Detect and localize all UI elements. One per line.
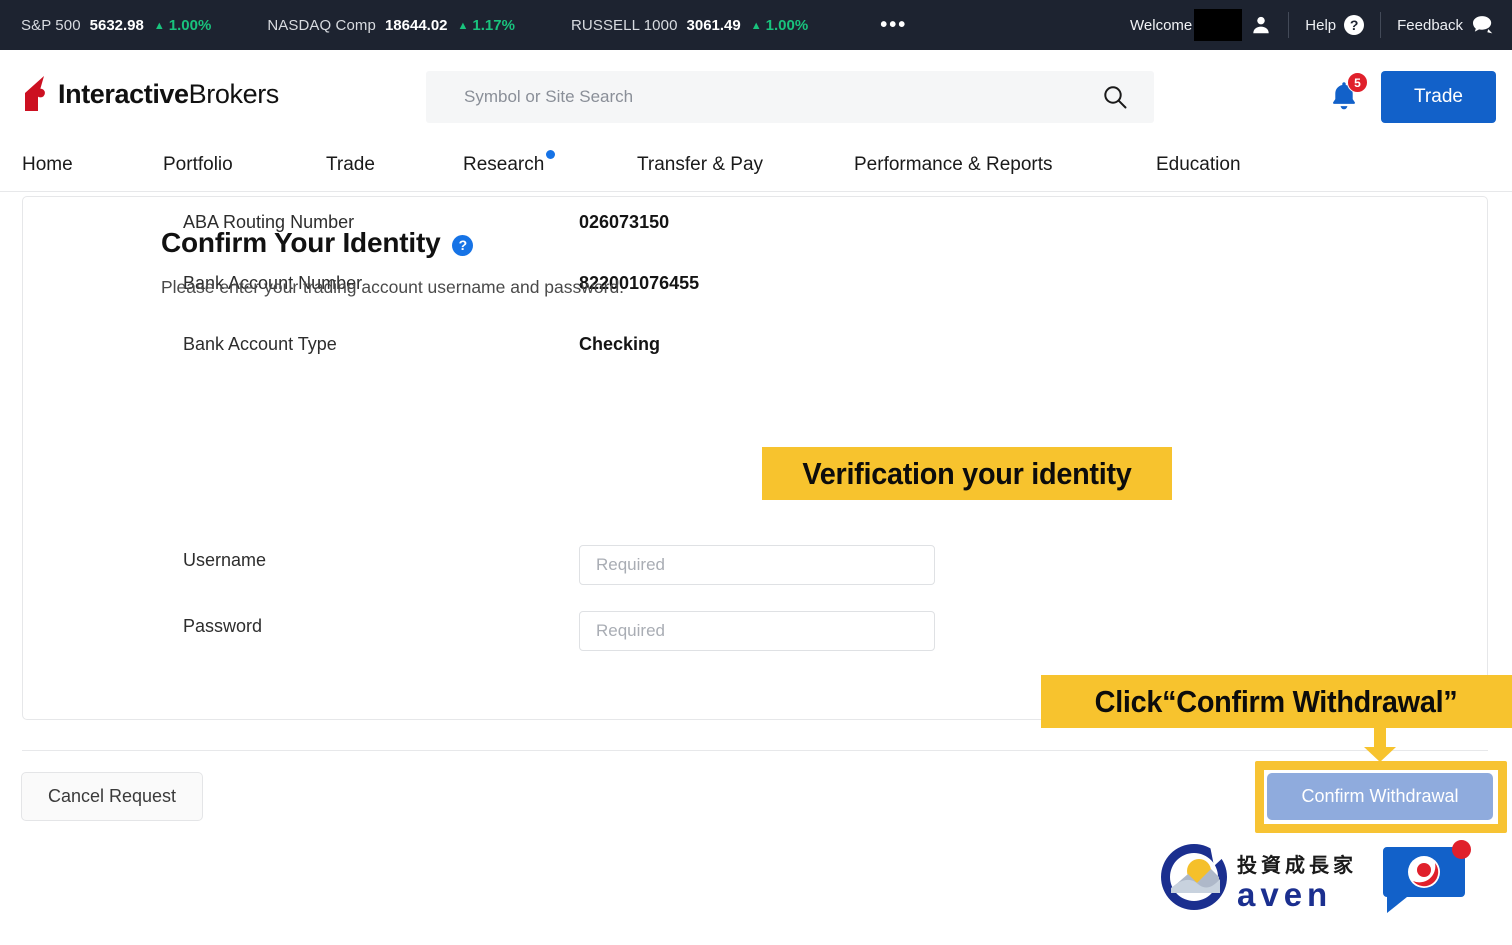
nav-item-portfolio[interactable]: Portfolio: [163, 154, 233, 176]
confirm-withdrawal-button[interactable]: Confirm Withdrawal: [1267, 773, 1493, 820]
watermark-chinese: 投資成長家: [1237, 852, 1357, 877]
ticker-item-russell-1000[interactable]: RUSSELL 1000 3061.49 ▲ 1.00%: [571, 17, 808, 34]
nav-label: Performance & Reports: [854, 153, 1053, 175]
help-button[interactable]: Help ?: [1305, 15, 1365, 35]
nav-label: Portfolio: [163, 153, 233, 175]
ticker-change: 1.00%: [168, 16, 212, 34]
trade-button[interactable]: Trade: [1381, 71, 1496, 123]
cancel-request-button[interactable]: Cancel Request: [21, 772, 203, 821]
detail-row-bank-account-type: Bank Account Type Checking: [183, 334, 660, 355]
ticker-item-nasdaq-comp[interactable]: NASDAQ Comp 18644.02 ▲ 1.17%: [267, 17, 515, 34]
watermark-logo: 投資成長家 aven: [1157, 840, 1357, 919]
main-navigation: Home Portfolio Trade Research Transfer &…: [0, 138, 1512, 192]
nav-item-transfer-and-pay[interactable]: Transfer & Pay: [637, 154, 763, 176]
page-root: S&P 500 5632.98 ▲ 1.00% NASDAQ Comp 1864…: [0, 0, 1512, 945]
site-search-box[interactable]: [426, 71, 1154, 123]
site-header: InteractiveBrokers 5 Trade: [0, 50, 1512, 138]
annotation-click-confirm: Click“Confirm Withdrawal”: [1041, 675, 1512, 728]
speech-bubble-icon: [1472, 15, 1494, 35]
page-title: Confirm Your Identity: [161, 227, 441, 258]
nav-item-home[interactable]: Home: [22, 154, 73, 176]
redacted-username: [1194, 9, 1243, 41]
password-label: Password: [183, 616, 263, 636]
ticker-value: 5632.98: [89, 16, 144, 34]
divider: [1380, 12, 1382, 38]
ticker-item-sp500[interactable]: S&P 500 5632.98 ▲ 1.00%: [21, 17, 211, 34]
brand-bold: Interactive: [58, 78, 189, 109]
nav-item-trade[interactable]: Trade: [326, 154, 375, 176]
footer-divider: [22, 750, 1488, 751]
detail-value: Checking: [579, 334, 661, 354]
password-input[interactable]: [579, 611, 935, 651]
triangle-up-icon: ▲: [457, 19, 469, 32]
help-label: Help: [1305, 16, 1337, 34]
nav-label: Education: [1156, 153, 1241, 175]
aven-logo-mark-icon: [1157, 840, 1231, 919]
nav-label: Trade: [326, 153, 375, 175]
search-input[interactable]: [426, 87, 1102, 107]
triangle-up-icon: ▲: [750, 19, 762, 32]
divider: [1288, 12, 1290, 38]
watermark-text: 投資成長家 aven: [1237, 849, 1357, 913]
watermark-english: aven: [1237, 875, 1333, 913]
username-input[interactable]: [579, 545, 935, 585]
ticker-name: S&P 500: [21, 16, 81, 34]
welcome-label: Welcome: [1130, 16, 1193, 34]
new-badge-dot-icon: [546, 149, 556, 159]
market-ticker-bar: S&P 500 5632.98 ▲ 1.00% NASDAQ Comp 1864…: [0, 0, 1512, 50]
feedback-label: Feedback: [1397, 16, 1463, 34]
nav-item-performance-and-reports[interactable]: Performance & Reports: [854, 154, 1053, 176]
welcome-user[interactable]: Welcome: [1130, 9, 1272, 41]
ticker-change: 1.17%: [472, 16, 515, 34]
nav-label: Transfer & Pay: [637, 153, 764, 175]
ticker-value: 18644.02: [384, 16, 448, 34]
ib-logo-mark-icon: [22, 76, 50, 112]
nav-label: Home: [22, 153, 73, 175]
ticker-name: NASDAQ Comp: [267, 16, 376, 34]
triangle-up-icon: ▲: [153, 19, 165, 32]
help-info-icon[interactable]: ?: [452, 234, 474, 256]
ticker-items: S&P 500 5632.98 ▲ 1.00% NASDAQ Comp 1864…: [0, 15, 907, 35]
ticker-bar-right: Welcome Help ? Feedback: [1130, 0, 1494, 50]
chat-notification-dot: [1452, 840, 1471, 859]
brand-wordmark: InteractiveBrokers: [58, 79, 279, 110]
ticker-value: 3061.49: [686, 16, 741, 34]
nav-label: Research: [463, 153, 545, 175]
chat-widget-button[interactable]: [1381, 840, 1471, 917]
ticker-more-icon[interactable]: •••: [880, 15, 907, 35]
feedback-button[interactable]: Feedback: [1397, 15, 1494, 35]
confirm-identity-subtitle: Please enter your trading account userna…: [161, 277, 625, 297]
interactive-brokers-logo[interactable]: InteractiveBrokers: [22, 76, 279, 112]
ticker-change: 1.00%: [765, 16, 809, 34]
nav-item-research[interactable]: Research: [463, 149, 556, 176]
annotation-text: Click“Confirm Withdrawal”: [1095, 683, 1458, 719]
ticker-name: RUSSELL 1000: [570, 16, 678, 34]
detail-label: Bank Account Type: [183, 334, 337, 354]
search-icon[interactable]: [1102, 84, 1128, 110]
confirm-identity-heading: Confirm Your Identity ?: [161, 227, 474, 259]
nav-item-education[interactable]: Education: [1156, 154, 1241, 176]
detail-value: 026073150: [579, 212, 670, 232]
username-label: Username: [183, 550, 267, 570]
notifications-button[interactable]: 5: [1329, 72, 1368, 117]
brand-light: Brokers: [188, 78, 280, 109]
question-mark-icon: ?: [1344, 15, 1365, 35]
annotation-text: Verification your identity: [802, 455, 1132, 491]
annotation-verify-identity: Verification your identity: [762, 447, 1172, 500]
notification-count-badge: 5: [1347, 72, 1368, 93]
annotation-down-arrow-icon: [1360, 728, 1400, 763]
person-icon: [1250, 14, 1272, 36]
